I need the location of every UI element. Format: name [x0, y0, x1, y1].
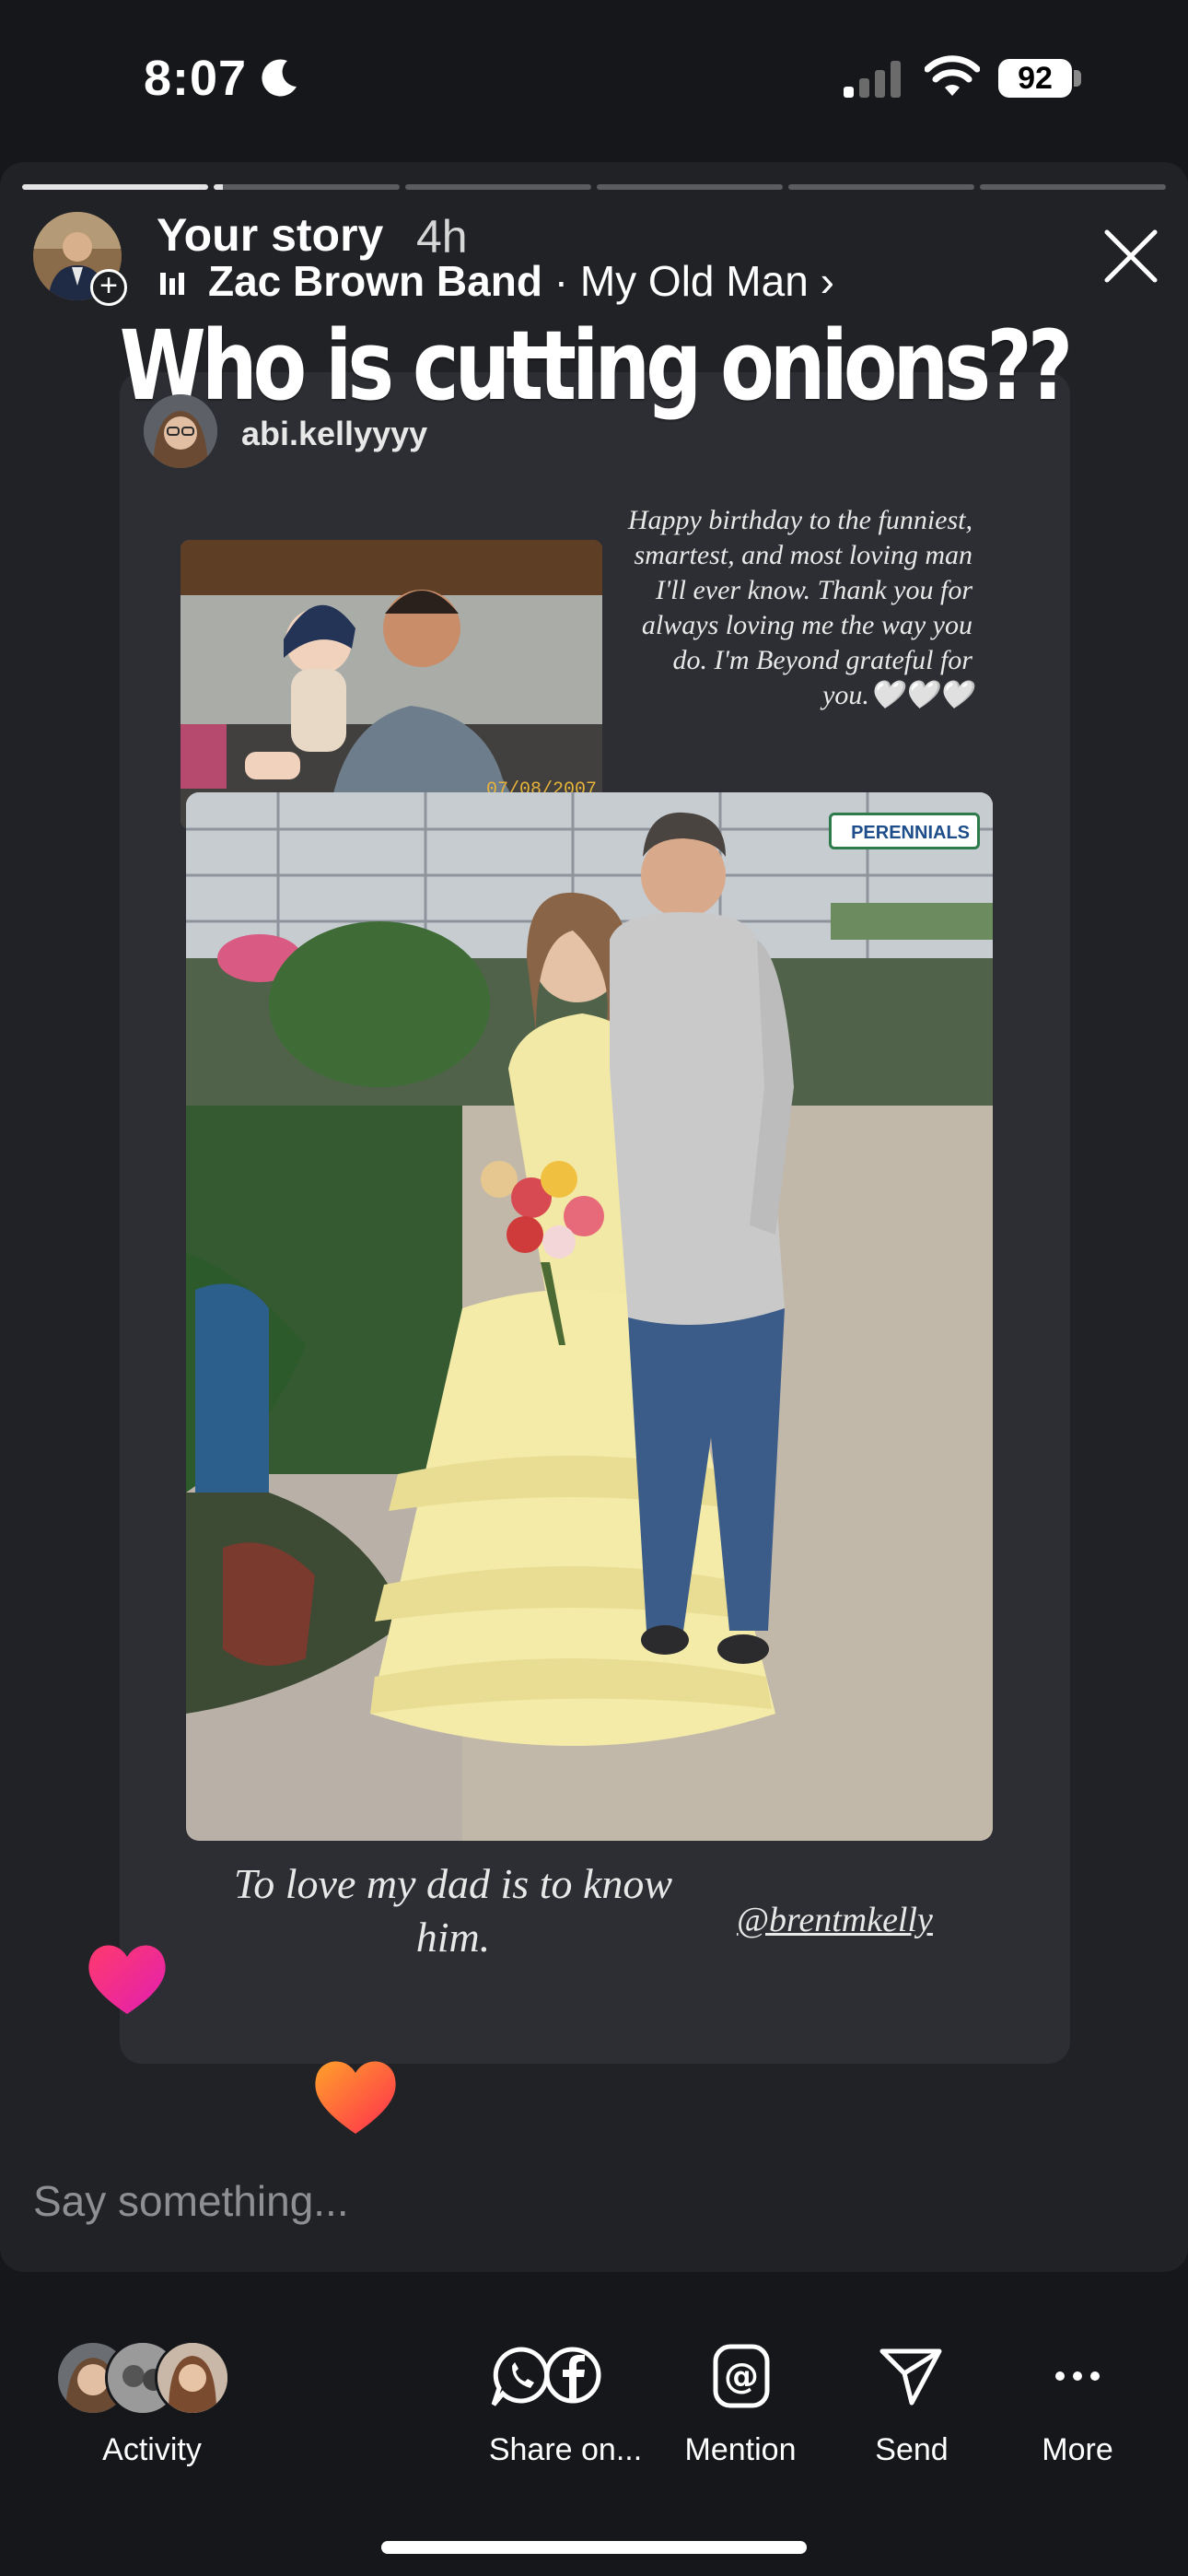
mention-at-icon[interactable]: @ [713, 2344, 770, 2408]
share-whatsapp-facebook-icon[interactable] [486, 2340, 606, 2414]
svg-text:@: @ [724, 2356, 759, 2396]
story-caption: Who is cutting onions?? [119, 310, 1074, 422]
viewer-avatar [155, 2340, 230, 2416]
music-bars-icon [160, 273, 184, 295]
music-artist: Zac Brown Band [208, 257, 542, 305]
activity-label[interactable]: Activity [55, 2432, 249, 2468]
moon-icon [262, 59, 297, 97]
post-bottom-caption: To love my dad is to know him. [233, 1860, 673, 1961]
perennials-sign: PERENNIALS [829, 813, 980, 849]
person-photo-icon [157, 2343, 227, 2413]
send-paper-plane-icon[interactable] [879, 2346, 943, 2406]
more-dots-icon[interactable] [1054, 2370, 1101, 2383]
music-song: My Old Man [579, 257, 809, 305]
music-separator: · [542, 257, 580, 305]
progress-segment [405, 184, 591, 190]
more-label[interactable]: More [1022, 2432, 1133, 2468]
music-sticker-link[interactable]: Zac Brown Band · My Old Man › [208, 256, 834, 306]
birthday-message: Happy birthday to the funniest, smartest… [627, 505, 973, 710]
progress-segment [788, 184, 974, 190]
person-photo-icon [144, 394, 217, 468]
battery-indicator: 92 [998, 59, 1072, 98]
share-label[interactable]: Share on... [455, 2432, 676, 2468]
greenhouse-photo-image [186, 792, 993, 1841]
progress-segment [597, 184, 783, 190]
story-progress-bars [22, 184, 1166, 190]
story-owner-label[interactable]: Your story [157, 208, 383, 262]
chevron-right-icon: › [820, 257, 834, 305]
status-time: 8:07 [144, 51, 248, 106]
mention-label[interactable]: Mention [670, 2432, 810, 2468]
reshared-user-avatar[interactable] [144, 394, 217, 468]
home-indicator[interactable] [381, 2541, 807, 2554]
send-label[interactable]: Send [856, 2432, 967, 2468]
progress-segment [22, 184, 208, 190]
activity-button[interactable] [55, 2340, 258, 2416]
reshared-username[interactable]: abi.kellyyyy [241, 415, 427, 453]
heart-reaction-icon [88, 1945, 166, 2014]
greenhouse-photo [186, 792, 993, 1841]
reply-input[interactable]: Say something... [33, 2176, 349, 2226]
mention-link[interactable]: @brentmkelly [737, 1900, 933, 1940]
progress-segment [980, 184, 1166, 190]
heart-reaction-icon [315, 2061, 396, 2134]
add-story-plus-icon[interactable]: + [90, 269, 127, 306]
cellular-signal-icon [844, 61, 901, 98]
close-icon[interactable] [1101, 227, 1160, 286]
battery-nub [1074, 70, 1081, 87]
progress-segment [214, 184, 400, 190]
wifi-icon [925, 55, 980, 96]
